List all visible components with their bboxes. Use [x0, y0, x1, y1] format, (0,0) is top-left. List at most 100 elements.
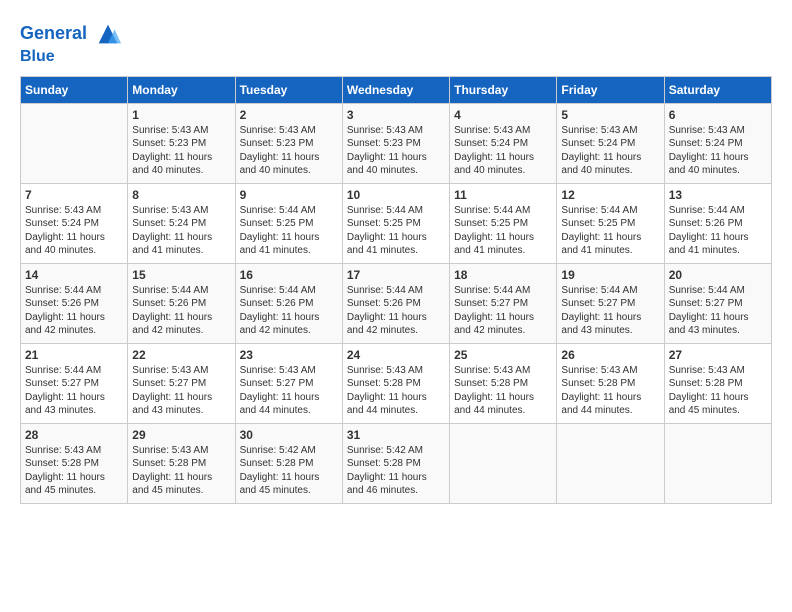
calendar-cell: 18Sunrise: 5:44 AM Sunset: 5:27 PM Dayli… — [450, 263, 557, 343]
day-info: Sunrise: 5:44 AM Sunset: 5:25 PM Dayligh… — [240, 204, 338, 258]
day-info: Sunrise: 5:43 AM Sunset: 5:28 PM Dayligh… — [669, 364, 767, 418]
calendar-cell: 8 Sunrise: 5:43 AM Sunset: 5:24 PM Daylig… — [128, 183, 235, 263]
day-number: 15 — [132, 268, 230, 282]
day-number: 9 — [240, 188, 338, 202]
day-number: 7 — [25, 188, 123, 202]
logo-subtext: Blue — [20, 48, 122, 66]
calendar-cell: 29Sunrise: 5:43 AM Sunset: 5:28 PM Dayli… — [128, 423, 235, 503]
logo-text: General — [20, 20, 122, 48]
day-info: Sunrise: 5:43 AM Sunset: 5:24 PM Dayligh… — [454, 124, 552, 178]
calendar-body: 1 Sunrise: 5:43 AM Sunset: 5:23 PM Daylig… — [21, 103, 772, 503]
day-number: 26 — [561, 348, 659, 362]
day-number: 12 — [561, 188, 659, 202]
calendar-cell: 23 Sunrise: 5:43 AM Sunset: 5:27 PM Dayli… — [235, 343, 342, 423]
calendar-cell: 25 Sunrise: 5:43 AM Sunset: 5:28 PM Dayli… — [450, 343, 557, 423]
day-number: 20 — [669, 268, 767, 282]
day-number: 24 — [347, 348, 445, 362]
calendar-cell: 11Sunrise: 5:44 AM Sunset: 5:25 PM Dayli… — [450, 183, 557, 263]
day-info: Sunrise: 5:43 AM Sunset: 5:28 PM Dayligh… — [454, 364, 552, 418]
day-info: Sunrise: 5:43 AM Sunset: 5:24 PM Dayligh… — [561, 124, 659, 178]
logo: General Blue — [20, 20, 122, 66]
day-number: 30 — [240, 428, 338, 442]
weekday-header: Tuesday — [235, 76, 342, 103]
weekday-header: Friday — [557, 76, 664, 103]
day-number: 10 — [347, 188, 445, 202]
day-number: 17 — [347, 268, 445, 282]
day-number: 18 — [454, 268, 552, 282]
day-info: Sunrise: 5:43 AM Sunset: 5:23 PM Dayligh… — [347, 124, 445, 178]
calendar-cell: 27 Sunrise: 5:43 AM Sunset: 5:28 PM Dayli… — [664, 343, 771, 423]
calendar-cell: 2 Sunrise: 5:43 AM Sunset: 5:23 PM Daylig… — [235, 103, 342, 183]
day-number: 23 — [240, 348, 338, 362]
calendar-cell — [21, 103, 128, 183]
calendar-cell: 20 Sunrise: 5:44 AM Sunset: 5:27 PM Dayli… — [664, 263, 771, 343]
day-info: Sunrise: 5:42 AM Sunset: 5:28 PM Dayligh… — [347, 444, 445, 498]
day-number: 1 — [132, 108, 230, 122]
calendar-cell: 13Sunrise: 5:44 AM Sunset: 5:26 PM Dayli… — [664, 183, 771, 263]
calendar-cell: 19Sunrise: 5:44 AM Sunset: 5:27 PM Dayli… — [557, 263, 664, 343]
day-info: Sunrise: 5:43 AM Sunset: 5:23 PM Dayligh… — [240, 124, 338, 178]
calendar-cell: 4 Sunrise: 5:43 AM Sunset: 5:24 PM Daylig… — [450, 103, 557, 183]
calendar-week-row: 28Sunrise: 5:43 AM Sunset: 5:28 PM Dayli… — [21, 423, 772, 503]
calendar-cell: 24 Sunrise: 5:43 AM Sunset: 5:28 PM Dayli… — [342, 343, 449, 423]
calendar-cell — [557, 423, 664, 503]
calendar-cell: 16 Sunrise: 5:44 AM Sunset: 5:26 PM Dayli… — [235, 263, 342, 343]
weekday-header: Monday — [128, 76, 235, 103]
day-number: 2 — [240, 108, 338, 122]
calendar-week-row: 1 Sunrise: 5:43 AM Sunset: 5:23 PM Daylig… — [21, 103, 772, 183]
calendar-cell: 12 Sunrise: 5:44 AM Sunset: 5:25 PM Dayli… — [557, 183, 664, 263]
day-number: 14 — [25, 268, 123, 282]
calendar-cell: 17 Sunrise: 5:44 AM Sunset: 5:26 PM Dayli… — [342, 263, 449, 343]
calendar-table: SundayMondayTuesdayWednesdayThursdayFrid… — [20, 76, 772, 504]
day-info: Sunrise: 5:43 AM Sunset: 5:23 PM Dayligh… — [132, 124, 230, 178]
calendar-cell — [664, 423, 771, 503]
calendar-week-row: 14 Sunrise: 5:44 AM Sunset: 5:26 PM Dayli… — [21, 263, 772, 343]
day-info: Sunrise: 5:44 AM Sunset: 5:26 PM Dayligh… — [347, 284, 445, 338]
day-number: 28 — [25, 428, 123, 442]
logo-icon — [94, 20, 122, 48]
calendar-cell — [450, 423, 557, 503]
page-header: General Blue — [20, 20, 772, 66]
calendar-cell: 21Sunrise: 5:44 AM Sunset: 5:27 PM Dayli… — [21, 343, 128, 423]
calendar-week-row: 21Sunrise: 5:44 AM Sunset: 5:27 PM Dayli… — [21, 343, 772, 423]
calendar-week-row: 7 Sunrise: 5:43 AM Sunset: 5:24 PM Daylig… — [21, 183, 772, 263]
day-info: Sunrise: 5:44 AM Sunset: 5:25 PM Dayligh… — [561, 204, 659, 258]
weekday-header: Wednesday — [342, 76, 449, 103]
day-number: 29 — [132, 428, 230, 442]
calendar-cell: 6 Sunrise: 5:43 AM Sunset: 5:24 PM Daylig… — [664, 103, 771, 183]
calendar-cell: 14 Sunrise: 5:44 AM Sunset: 5:26 PM Dayli… — [21, 263, 128, 343]
day-number: 3 — [347, 108, 445, 122]
day-info: Sunrise: 5:44 AM Sunset: 5:27 PM Dayligh… — [669, 284, 767, 338]
day-info: Sunrise: 5:43 AM Sunset: 5:27 PM Dayligh… — [240, 364, 338, 418]
day-info: Sunrise: 5:43 AM Sunset: 5:24 PM Dayligh… — [132, 204, 230, 258]
calendar-cell: 22Sunrise: 5:43 AM Sunset: 5:27 PM Dayli… — [128, 343, 235, 423]
calendar-cell: 31 Sunrise: 5:42 AM Sunset: 5:28 PM Dayli… — [342, 423, 449, 503]
day-number: 16 — [240, 268, 338, 282]
weekday-header: Sunday — [21, 76, 128, 103]
day-number: 4 — [454, 108, 552, 122]
day-number: 8 — [132, 188, 230, 202]
calendar-cell: 15 Sunrise: 5:44 AM Sunset: 5:26 PM Dayli… — [128, 263, 235, 343]
calendar-cell: 30 Sunrise: 5:42 AM Sunset: 5:28 PM Dayli… — [235, 423, 342, 503]
calendar-cell: 26Sunrise: 5:43 AM Sunset: 5:28 PM Dayli… — [557, 343, 664, 423]
day-info: Sunrise: 5:44 AM Sunset: 5:27 PM Dayligh… — [25, 364, 123, 418]
day-info: Sunrise: 5:43 AM Sunset: 5:28 PM Dayligh… — [347, 364, 445, 418]
calendar-cell: 1 Sunrise: 5:43 AM Sunset: 5:23 PM Daylig… — [128, 103, 235, 183]
day-number: 31 — [347, 428, 445, 442]
day-info: Sunrise: 5:44 AM Sunset: 5:26 PM Dayligh… — [240, 284, 338, 338]
day-number: 6 — [669, 108, 767, 122]
day-number: 25 — [454, 348, 552, 362]
day-number: 19 — [561, 268, 659, 282]
calendar-header-row: SundayMondayTuesdayWednesdayThursdayFrid… — [21, 76, 772, 103]
calendar-cell: 9 Sunrise: 5:44 AM Sunset: 5:25 PM Daylig… — [235, 183, 342, 263]
weekday-header: Saturday — [664, 76, 771, 103]
day-info: Sunrise: 5:43 AM Sunset: 5:24 PM Dayligh… — [669, 124, 767, 178]
day-info: Sunrise: 5:44 AM Sunset: 5:26 PM Dayligh… — [25, 284, 123, 338]
day-info: Sunrise: 5:44 AM Sunset: 5:25 PM Dayligh… — [454, 204, 552, 258]
calendar-cell: 28Sunrise: 5:43 AM Sunset: 5:28 PM Dayli… — [21, 423, 128, 503]
day-info: Sunrise: 5:42 AM Sunset: 5:28 PM Dayligh… — [240, 444, 338, 498]
calendar-cell: 5Sunrise: 5:43 AM Sunset: 5:24 PM Daylig… — [557, 103, 664, 183]
day-number: 27 — [669, 348, 767, 362]
day-info: Sunrise: 5:44 AM Sunset: 5:26 PM Dayligh… — [132, 284, 230, 338]
day-number: 22 — [132, 348, 230, 362]
